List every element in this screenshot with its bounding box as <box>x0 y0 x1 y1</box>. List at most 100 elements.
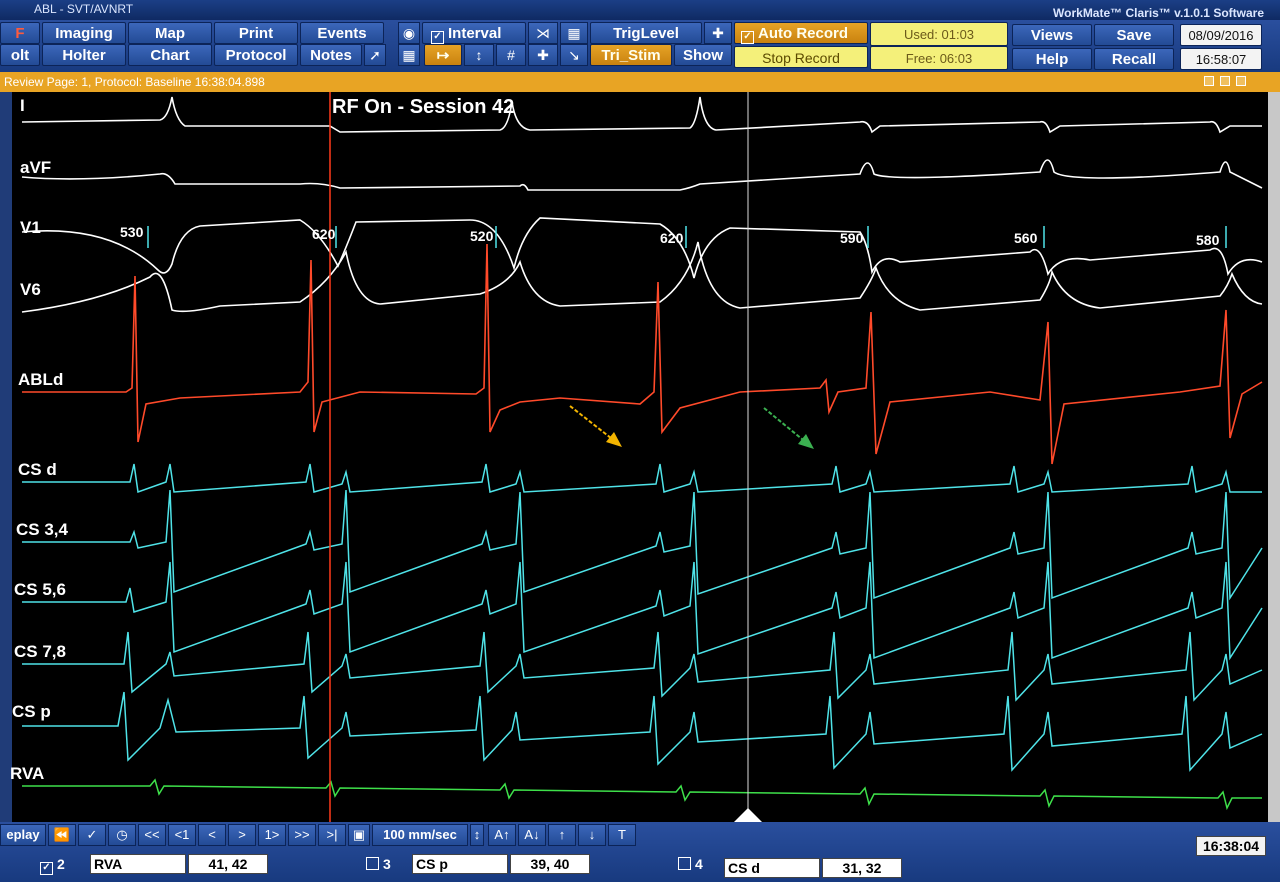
trace-cs-56 <box>22 561 1263 661</box>
move-up-icon[interactable]: ↑ <box>548 824 576 846</box>
nav-end-button[interactable]: >| <box>318 824 346 846</box>
slot-3[interactable]: 3 <box>366 856 391 872</box>
nav-next-button[interactable]: > <box>228 824 256 846</box>
calculator-icon[interactable]: ▦ <box>560 22 588 44</box>
speed-stepper-icon[interactable]: ↕ <box>470 824 484 846</box>
caliper-icon[interactable]: ↦ <box>424 44 462 66</box>
slot-3-checkbox[interactable] <box>366 857 379 870</box>
slot-3-channel-field[interactable]: CS p <box>412 854 508 874</box>
clock-icon[interactable]: ◷ <box>108 824 136 846</box>
interval-label: Interval <box>448 25 502 42</box>
help-button[interactable]: Help <box>1012 48 1092 70</box>
review-text: Review Page: 1, Protocol: Baseline 16:38… <box>4 75 265 89</box>
slot-2-channel-field[interactable]: RVA <box>90 854 186 874</box>
product-name: WorkMate™ Claris™ v.1.0.1 Software <box>1053 6 1264 20</box>
channel-label-abld: ABLd <box>18 370 64 389</box>
vertical-caliper-icon[interactable]: ↕ <box>464 44 494 66</box>
title-bar: ABL - SVT/AVNRT WorkMate™ Claris™ v.1.0.… <box>0 0 1280 20</box>
syringe-icon[interactable]: ➚ <box>364 44 386 66</box>
slot-4-pins-field[interactable]: 31, 32 <box>822 858 902 878</box>
text-tool-icon[interactable]: T <box>608 824 636 846</box>
print-button[interactable]: Print <box>214 22 298 44</box>
channel-label-cs-d: CS d <box>18 460 57 479</box>
camera-icon[interactable]: ◉ <box>398 22 420 44</box>
interval-label: 620 <box>312 226 336 242</box>
trace-lead-v6 <box>21 241 1263 313</box>
tristim-button[interactable]: Tri_Stim <box>590 44 672 66</box>
slot-4-checkbox[interactable] <box>678 857 691 870</box>
gain-down-icon[interactable]: A↓ <box>518 824 546 846</box>
interval-toggle[interactable]: ✓ Interval <box>422 22 526 44</box>
channel-label-cs-56: CS 5,6 <box>14 580 66 599</box>
recall-button[interactable]: Recall <box>1094 48 1174 70</box>
channel-sidebar[interactable] <box>0 92 12 822</box>
restore-icon[interactable] <box>1204 76 1214 86</box>
vertical-scrollbar[interactable] <box>1268 92 1280 822</box>
crosshair-icon[interactable]: ✚ <box>528 44 558 66</box>
views-button[interactable]: Views <box>1012 24 1092 46</box>
replay-button[interactable]: eplay <box>0 824 46 846</box>
slot-2-pins-field[interactable]: 41, 42 <box>188 854 268 874</box>
slot-2[interactable]: ✓ 2 <box>40 856 65 875</box>
nav-first-button[interactable]: << <box>138 824 166 846</box>
channel-label-avf: aVF <box>20 158 52 177</box>
maximize-icon[interactable] <box>1220 76 1230 86</box>
events-button[interactable]: Events <box>300 22 384 44</box>
notes-button[interactable]: Notes <box>300 44 362 66</box>
nav-prev-button[interactable]: < <box>198 824 226 846</box>
nav-next-page-button[interactable]: 1> <box>258 824 286 846</box>
channel-label-cs-78: CS 7,8 <box>14 642 66 661</box>
gain-up-icon[interactable]: A↑ <box>488 824 516 846</box>
move-icon[interactable]: ✚ <box>704 22 732 44</box>
channel-label-v6: V6 <box>20 280 41 299</box>
date-display: 08/09/2016 <box>1180 24 1262 46</box>
check-icon[interactable]: ✓ <box>78 824 106 846</box>
nav-last-button[interactable]: >> <box>288 824 316 846</box>
interval-label: 590 <box>840 230 864 246</box>
rewind-icon[interactable]: ⏪ <box>48 824 76 846</box>
triglevel-button[interactable]: TrigLevel <box>590 22 702 44</box>
protocol-button[interactable]: Protocol <box>214 44 298 66</box>
stop-record-button[interactable]: Stop Record <box>734 46 868 68</box>
trace-lead-avf <box>21 159 1263 191</box>
slot-4-channel-field[interactable]: CS d <box>724 858 820 878</box>
channel-label-cs-p: CS p <box>12 702 51 721</box>
nav-prev-page-button[interactable]: <1 <box>168 824 196 846</box>
channel-label-v1: V1 <box>20 218 41 237</box>
trace-lead-i <box>21 96 1262 134</box>
close-icon[interactable] <box>1236 76 1246 86</box>
waveform-svg <box>21 92 1263 822</box>
free-time: Free: 06:03 <box>870 46 1008 70</box>
holter-button[interactable]: Holter <box>42 44 126 66</box>
save-button[interactable]: Save <box>1094 24 1174 46</box>
session-banner: RF On - Session 42 <box>332 96 515 118</box>
left-button-1[interactable]: F <box>0 22 40 44</box>
show-button[interactable]: Show <box>674 44 732 66</box>
grid-icon[interactable]: ▦ <box>398 44 420 66</box>
auto-record-toggle[interactable]: ✓ Auto Record <box>734 22 868 44</box>
interval-checkbox[interactable]: ✓ <box>431 31 444 44</box>
trace-cs-78 <box>22 631 1263 702</box>
chart-button[interactable]: Chart <box>128 44 212 66</box>
auto-record-label: Auto Record <box>758 25 848 42</box>
left-button-2[interactable]: olt <box>0 44 40 66</box>
map-button[interactable]: Map <box>128 22 212 44</box>
sweep-speed[interactable]: 100 mm/sec <box>372 824 468 846</box>
slot-4[interactable]: 4 <box>678 856 703 872</box>
diagonal-icon[interactable]: ↘ <box>560 44 588 66</box>
slot-4-number: 4 <box>695 856 703 872</box>
time-display: 16:58:07 <box>1180 48 1262 70</box>
slot-3-number: 3 <box>383 856 391 872</box>
interval-label: 560 <box>1014 230 1038 246</box>
trace-rva <box>22 778 1262 811</box>
yellow-arrow-icon <box>569 405 622 447</box>
lock-icon[interactable]: ▣ <box>348 824 370 846</box>
slot-2-checkbox[interactable]: ✓ <box>40 862 53 875</box>
slot-3-pins-field[interactable]: 39, 40 <box>510 854 590 874</box>
hash-icon[interactable]: # <box>496 44 526 66</box>
marker-icon[interactable]: ⋊ <box>528 22 558 44</box>
move-down-icon[interactable]: ↓ <box>578 824 606 846</box>
imaging-button[interactable]: Imaging <box>42 22 126 44</box>
auto-record-checkbox[interactable]: ✓ <box>741 31 754 44</box>
waveform-plot[interactable] <box>0 92 1268 822</box>
